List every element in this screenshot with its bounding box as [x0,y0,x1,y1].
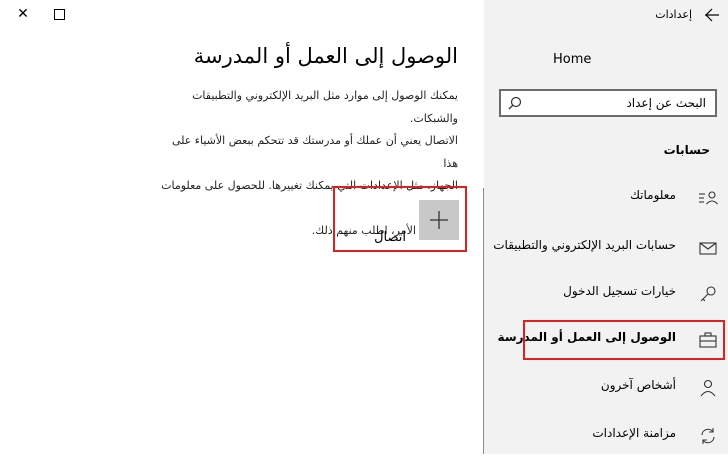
sidebar-item-label: حسابات البريد الإلكتروني والتطبيقات [493,238,676,252]
selected-item-highlight [523,320,725,360]
maximize-icon [53,8,65,20]
sidebar-item-label: أشخاص آخرون [600,378,676,392]
maximize-button[interactable] [36,0,82,28]
sidebar-item-sync-settings[interactable]: مزامنة الإعدادات [484,414,728,458]
person-add-icon [700,379,716,397]
description-line: الاتصال يعني أن عملك أو مدرستك قد تتحكم … [171,134,458,170]
mail-icon [699,242,717,255]
plus-icon [430,211,448,229]
sidebar-item-your-info[interactable]: معلوماتك [484,176,728,220]
sidebar-item-label: معلوماتك [630,188,676,202]
main-content: ✕ الوصول إلى العمل أو المدرسة يمكنك الوص… [0,0,484,454]
window-title: إعدادات [655,8,692,21]
search-icon[interactable] [508,96,522,110]
home-link[interactable]: Home [553,52,591,67]
search-input[interactable] [530,91,706,115]
sync-icon [701,428,715,444]
back-arrow-icon[interactable] [703,6,721,24]
key-icon [700,286,716,302]
sidebar-item-email-accounts[interactable]: حسابات البريد الإلكتروني والتطبيقات [484,226,728,270]
close-icon: ✕ [17,6,29,22]
sidebar-item-sign-in-options[interactable]: خيارات تسجيل الدخول [484,272,728,316]
connect-button[interactable] [419,200,459,240]
section-header-accounts: حسابات [663,143,710,157]
person-card-icon [699,191,718,205]
description-line: يمكنك الوصول إلى موارد مثل البريد الإلكت… [192,89,458,125]
page-title: الوصول إلى العمل أو المدرسة [193,44,458,68]
sidebar-item-label: مزامنة الإعدادات [592,426,676,440]
connect-label[interactable]: اتصال [374,230,406,245]
sidebar-item-other-people[interactable]: أشخاص آخرون [484,366,728,410]
sidebar-item-label: خيارات تسجيل الدخول [563,284,676,298]
